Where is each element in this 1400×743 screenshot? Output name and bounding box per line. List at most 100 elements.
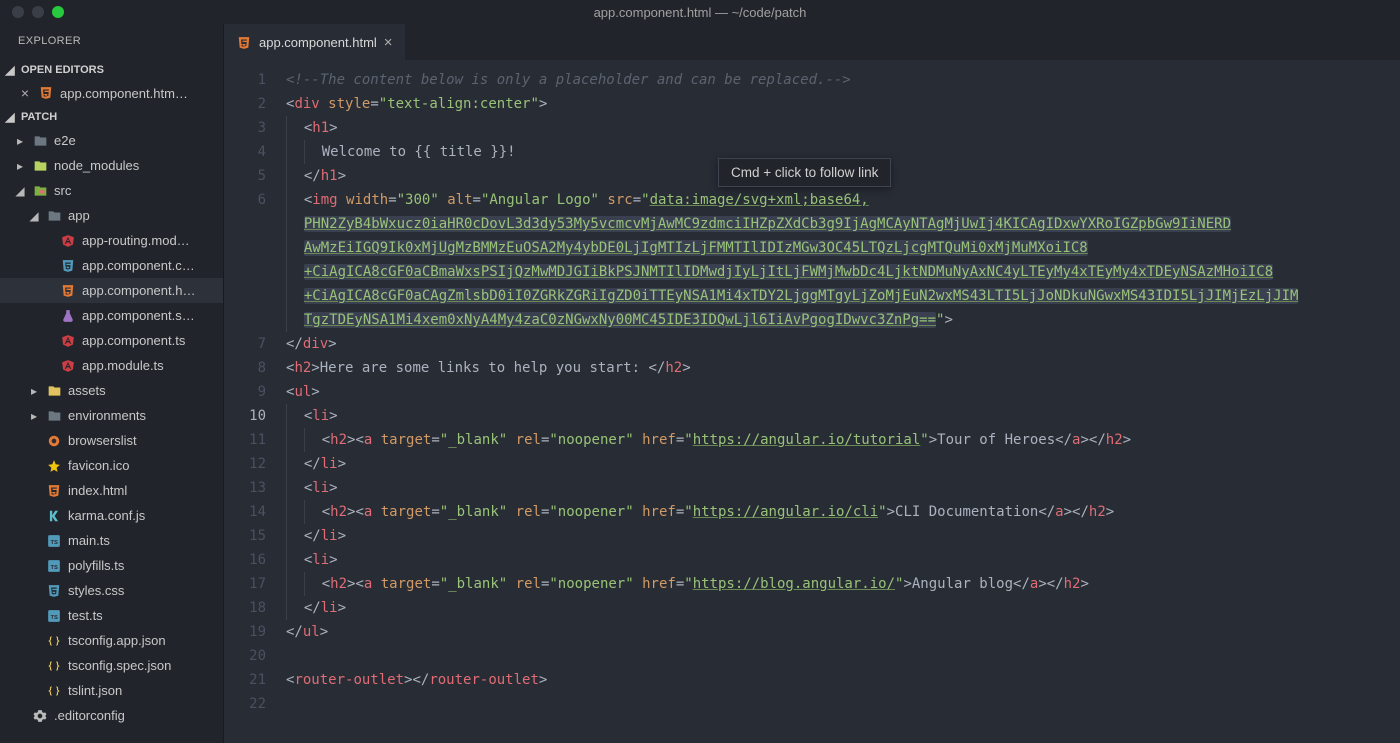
chevron-right-icon: ▸ [14,134,26,148]
code-line[interactable]: <ul> [286,380,1400,404]
code-line[interactable]: <div style="text-align:center"> [286,92,1400,116]
tree-folder[interactable]: ▸ e2e [0,128,223,153]
tree-item-label: e2e [54,133,76,148]
tree-file[interactable]: tsconfig.spec.json [0,653,223,678]
close-icon[interactable]: × [18,85,32,101]
code-line[interactable]: <h1> [286,116,1400,140]
json-icon [46,659,62,673]
tree-file[interactable]: app.component.c… [0,253,223,278]
line-number-gutter: 123456 78910111213141516171819202122 [224,60,280,743]
folder-icon [46,409,62,423]
open-editor-item[interactable]: × app.component.htm… [0,81,223,105]
window-titlebar: app.component.html — ~/code/patch [0,0,1400,24]
line-number: 7 [230,332,266,356]
code-line[interactable]: +CiAgICA8cGF0aCBmaWxsPSIjQzMwMDJGIiBkPSJ… [286,260,1400,284]
code-line[interactable] [286,644,1400,668]
line-number: 11 [230,428,266,452]
tree-file[interactable]: app.component.s… [0,303,223,328]
line-number: 16 [230,548,266,572]
folder-ng-icon [32,184,48,198]
code-line[interactable]: <!--The content below is only a placehol… [286,68,1400,92]
line-number: 17 [230,572,266,596]
code-line[interactable]: TgzTDEyNSA1Mi4xem0xNyA4My4zaC0zNGwxNy00M… [286,308,1400,332]
code-line[interactable]: +CiAgICA8cGF0aCAgZmlsbD0iI0ZGRkZGRiIgZD0… [286,284,1400,308]
code-line[interactable]: </div> [286,332,1400,356]
json-icon [46,634,62,648]
zoom-window-dot[interactable] [52,6,64,18]
tree-folder[interactable]: ◢src [0,178,223,203]
open-editor-label: app.component.htm… [60,86,188,101]
tree-file[interactable]: TSmain.ts [0,528,223,553]
tree-file[interactable]: browserslist [0,428,223,453]
code-line[interactable]: <h2><a target="_blank" rel="noopener" hr… [286,428,1400,452]
window-title: app.component.html — ~/code/patch [0,5,1400,20]
code-line[interactable]: AwMzEiIGQ9Ik0xMjUgMzBMMzEuOSA2My4ybDE0Lj… [286,236,1400,260]
tab-app-component-html[interactable]: app.component.html × [224,24,405,60]
tree-file[interactable]: index.html [0,478,223,503]
angular-icon [60,234,76,248]
code-line[interactable]: </li> [286,452,1400,476]
gear-icon [32,709,48,723]
tree-file[interactable]: tsconfig.app.json [0,628,223,653]
code-line[interactable]: <h2><a target="_blank" rel="noopener" hr… [286,500,1400,524]
tree-item-label: src [54,183,71,198]
tree-item-label: polyfills.ts [68,558,124,573]
tree-file[interactable]: TStest.ts [0,603,223,628]
line-number: 22 [230,692,266,716]
line-number: 18 [230,596,266,620]
tree-item-label: app.module.ts [82,358,164,373]
line-number: 3 [230,116,266,140]
code-line[interactable]: <h2>Here are some links to help you star… [286,356,1400,380]
tree-file[interactable]: favicon.ico [0,453,223,478]
minimize-window-dot[interactable] [32,6,44,18]
tree-item-label: .editorconfig [54,708,125,723]
tree-item-label: app.component.ts [82,333,185,348]
line-number: 2 [230,92,266,116]
line-number: 13 [230,476,266,500]
test-icon [60,309,76,323]
tree-folder[interactable]: ◢app [0,203,223,228]
code-line[interactable]: </ul> [286,620,1400,644]
tree-item-label: environments [68,408,146,423]
json-icon [46,684,62,698]
browserslist-icon [46,434,62,448]
line-number: 5 [230,164,266,188]
code-line[interactable]: PHN2ZyB4bWxucz0iaHR0cDovL3d3dy53My5vcmcv… [286,212,1400,236]
code-line[interactable]: <h2><a target="_blank" rel="noopener" hr… [286,572,1400,596]
line-number: 6 [230,188,266,212]
code-line[interactable]: </li> [286,596,1400,620]
line-number: 21 [230,668,266,692]
code-line[interactable]: <li> [286,548,1400,572]
tree-item-label: main.ts [68,533,110,548]
line-number [230,212,266,236]
tree-file[interactable]: TSpolyfills.ts [0,553,223,578]
code-line[interactable]: <img width="300" alt="Angular Logo" src=… [286,188,1400,212]
open-editors-header[interactable]: ◢ OPEN EDITORS [0,58,223,81]
tree-file[interactable]: app.module.ts [0,353,223,378]
tree-folder[interactable]: ▸node_modules [0,153,223,178]
tree-file[interactable]: app.component.ts [0,328,223,353]
tree-file[interactable]: app-routing.mod… [0,228,223,253]
tree-folder[interactable]: ▸assets [0,378,223,403]
tree-file[interactable]: .editorconfig [0,703,223,728]
workspace-header[interactable]: ◢ PATCH [0,105,223,128]
close-icon[interactable]: × [384,34,393,51]
code-line[interactable]: <li> [286,404,1400,428]
code-line[interactable]: <router-outlet></router-outlet> [286,668,1400,692]
close-window-dot[interactable] [12,6,24,18]
folder-icon [46,384,62,398]
code-line[interactable]: </li> [286,524,1400,548]
tab-bar: app.component.html × [224,24,1400,60]
tree-folder[interactable]: ▸environments [0,403,223,428]
tree-file[interactable]: app.component.h… [0,278,223,303]
code-line[interactable]: <li> [286,476,1400,500]
tree-file[interactable]: tslint.json [0,678,223,703]
tree-item-label: tsconfig.app.json [68,633,166,648]
line-number [230,308,266,332]
tree-item-label: tslint.json [68,683,122,698]
tree-item-label: test.ts [68,608,103,623]
code-line[interactable] [286,692,1400,716]
tree-file[interactable]: styles.css [0,578,223,603]
chevron-down-icon: ◢ [3,63,17,77]
tree-file[interactable]: karma.conf.js [0,503,223,528]
